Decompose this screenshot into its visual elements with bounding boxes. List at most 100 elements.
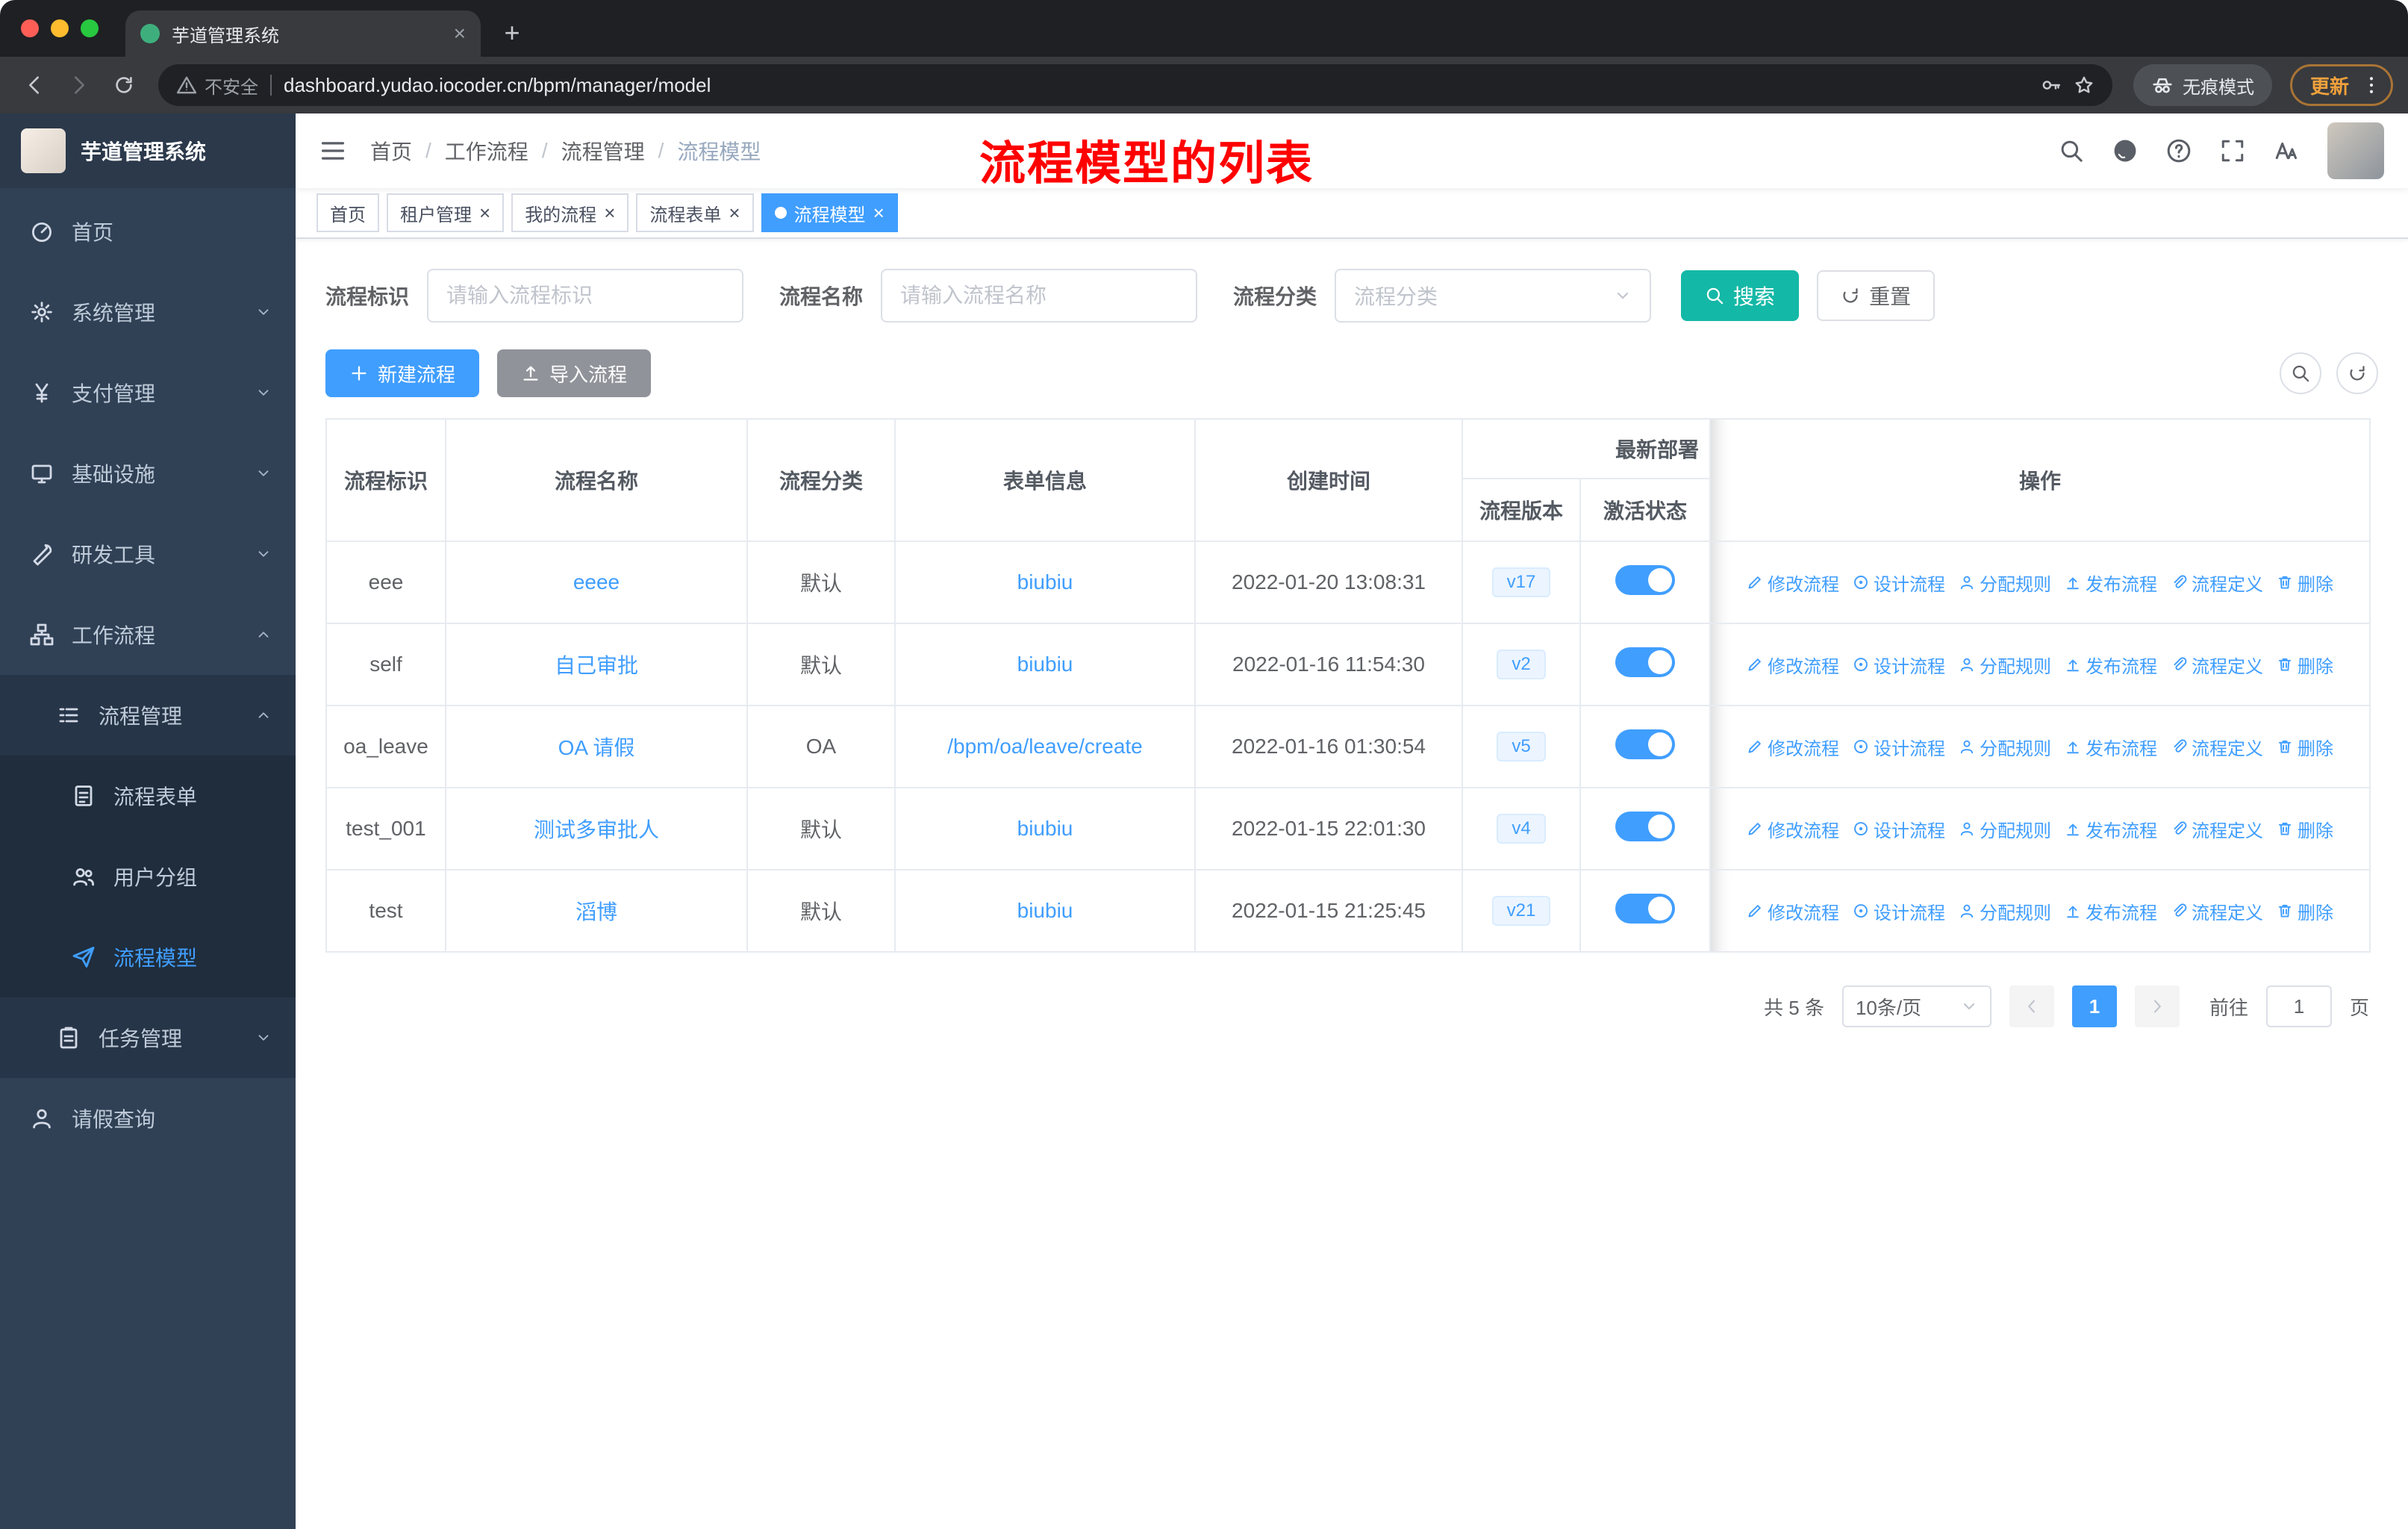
process-key-field[interactable] xyxy=(446,284,725,308)
sidebar-item[interactable]: 研发工具 xyxy=(0,514,296,594)
action-link[interactable]: 删除 xyxy=(2277,816,2333,842)
action-link[interactable]: 修改流程 xyxy=(1747,652,1839,678)
action-link[interactable]: 修改流程 xyxy=(1747,816,1839,842)
action-link[interactable]: 分配规则 xyxy=(1959,734,2051,760)
sidebar-item[interactable]: 请假查询 xyxy=(0,1078,296,1159)
refresh-table-button[interactable] xyxy=(2336,352,2378,394)
toggle-search-button[interactable] xyxy=(2280,352,2321,394)
browser-tab[interactable]: 芋道管理系统 × xyxy=(125,10,481,57)
goto-page-input[interactable] xyxy=(2265,985,2332,1027)
github-icon[interactable] xyxy=(2112,138,2138,164)
action-link[interactable]: 发布流程 xyxy=(2065,570,2157,596)
process-name-link[interactable]: 滔博 xyxy=(576,900,617,924)
key-icon[interactable] xyxy=(2041,75,2062,96)
update-button[interactable]: 更新 xyxy=(2289,64,2393,106)
create-process-button[interactable]: 新建流程 xyxy=(325,349,480,397)
action-link[interactable]: 流程定义 xyxy=(2171,652,2263,678)
tab-close-icon[interactable]: × xyxy=(454,23,466,44)
process-name-link[interactable]: 测试多审批人 xyxy=(534,818,659,841)
hamburger-icon[interactable] xyxy=(319,137,346,164)
action-link[interactable]: 流程定义 xyxy=(2171,816,2263,842)
new-tab-button[interactable]: + xyxy=(493,13,531,52)
tag-close-icon[interactable]: × xyxy=(479,203,490,222)
action-link[interactable]: 设计流程 xyxy=(1853,570,1945,596)
star-icon[interactable] xyxy=(2074,75,2094,96)
action-link[interactable]: 分配规则 xyxy=(1959,652,2051,678)
action-link[interactable]: 修改流程 xyxy=(1747,898,1839,924)
app-logo[interactable]: 芋道管理系统 xyxy=(0,113,296,188)
action-link[interactable]: 修改流程 xyxy=(1747,734,1839,760)
tags-view-item[interactable]: 租户管理 × xyxy=(387,193,505,232)
breadcrumb-item[interactable]: 首页 xyxy=(370,136,412,166)
form-info-link[interactable]: biubiu xyxy=(1017,653,1073,676)
active-toggle[interactable] xyxy=(1615,811,1675,841)
fontsize-icon[interactable] xyxy=(2274,138,2299,164)
action-link[interactable]: 流程定义 xyxy=(2171,570,2263,596)
sidebar-item[interactable]: 流程表单 xyxy=(0,756,296,836)
fullscreen-icon[interactable] xyxy=(2220,138,2245,164)
active-toggle[interactable] xyxy=(1615,564,1675,595)
action-link[interactable]: 设计流程 xyxy=(1853,898,1945,924)
action-link[interactable]: 发布流程 xyxy=(2065,652,2157,678)
action-link[interactable]: 设计流程 xyxy=(1853,734,1945,760)
process-name-field[interactable] xyxy=(900,284,1179,308)
process-name-input[interactable] xyxy=(881,269,1198,323)
category-select[interactable]: 流程分类 xyxy=(1335,269,1652,323)
sidebar-item[interactable]: 系统管理 xyxy=(0,272,296,352)
avatar[interactable] xyxy=(2327,122,2384,179)
sidebar-item[interactable]: 流程模型 xyxy=(0,917,296,997)
action-link[interactable]: 修改流程 xyxy=(1747,570,1839,596)
action-link[interactable]: 删除 xyxy=(2277,570,2333,596)
breadcrumb-item[interactable]: 流程管理 xyxy=(561,136,645,166)
action-link[interactable]: 发布流程 xyxy=(2065,898,2157,924)
action-link[interactable]: 设计流程 xyxy=(1853,816,1945,842)
page-size-select[interactable]: 10条/页 xyxy=(1841,985,1991,1027)
prev-page-button[interactable] xyxy=(2009,985,2054,1027)
action-link[interactable]: 分配规则 xyxy=(1959,816,2051,842)
close-window-button[interactable] xyxy=(21,19,39,37)
forward-icon[interactable] xyxy=(60,66,99,105)
action-link[interactable]: 发布流程 xyxy=(2065,816,2157,842)
help-icon[interactable] xyxy=(2166,138,2192,164)
form-info-link[interactable]: biubiu xyxy=(1017,570,1073,594)
action-link[interactable]: 分配规则 xyxy=(1959,570,2051,596)
action-link[interactable]: 删除 xyxy=(2277,734,2333,760)
security-status[interactable]: 不安全 xyxy=(176,72,258,99)
sidebar-item[interactable]: 工作流程 xyxy=(0,594,296,675)
tags-view-item[interactable]: 首页 xyxy=(316,193,379,232)
sidebar-item[interactable]: 首页 xyxy=(0,191,296,272)
current-page-button[interactable]: 1 xyxy=(2071,985,2117,1027)
browser-menu-icon[interactable] xyxy=(2361,75,2382,96)
sidebar-item[interactable]: 基础设施 xyxy=(0,433,296,514)
breadcrumb-item[interactable]: 工作流程 xyxy=(445,136,528,166)
process-name-link[interactable]: eeee xyxy=(573,570,620,594)
reload-icon[interactable] xyxy=(105,66,143,105)
form-info-link[interactable]: /bpm/oa/leave/create xyxy=(947,735,1143,758)
back-icon[interactable] xyxy=(15,66,54,105)
next-page-button[interactable] xyxy=(2134,985,2180,1027)
action-link[interactable]: 删除 xyxy=(2277,898,2333,924)
form-info-link[interactable]: biubiu xyxy=(1017,817,1073,840)
action-link[interactable]: 流程定义 xyxy=(2171,898,2263,924)
sidebar-item[interactable]: 流程管理 xyxy=(0,675,296,756)
tag-close-icon[interactable]: × xyxy=(729,203,740,222)
tag-close-icon[interactable]: × xyxy=(873,203,885,222)
form-info-link[interactable]: biubiu xyxy=(1017,899,1073,922)
address-bar[interactable]: 不安全 dashboard.yudao.iocoder.cn/bpm/manag… xyxy=(158,64,2112,106)
active-toggle[interactable] xyxy=(1615,647,1675,677)
action-link[interactable]: 删除 xyxy=(2277,652,2333,678)
action-link[interactable]: 分配规则 xyxy=(1959,898,2051,924)
sidebar-item[interactable]: 用户分组 xyxy=(0,836,296,917)
tags-view-item[interactable]: 我的流程 × xyxy=(511,193,629,232)
reset-button[interactable]: 重置 xyxy=(1817,270,1936,321)
process-name-link[interactable]: 自己审批 xyxy=(555,654,638,677)
active-toggle[interactable] xyxy=(1615,893,1675,924)
maximize-window-button[interactable] xyxy=(81,19,99,37)
minimize-window-button[interactable] xyxy=(51,19,69,37)
action-link[interactable]: 设计流程 xyxy=(1853,652,1945,678)
tags-view-item[interactable]: 流程表单 × xyxy=(636,193,754,232)
search-button[interactable]: 搜索 xyxy=(1681,270,1800,321)
action-link[interactable]: 发布流程 xyxy=(2065,734,2157,760)
search-icon[interactable] xyxy=(2059,138,2084,164)
tag-close-icon[interactable]: × xyxy=(604,203,615,222)
